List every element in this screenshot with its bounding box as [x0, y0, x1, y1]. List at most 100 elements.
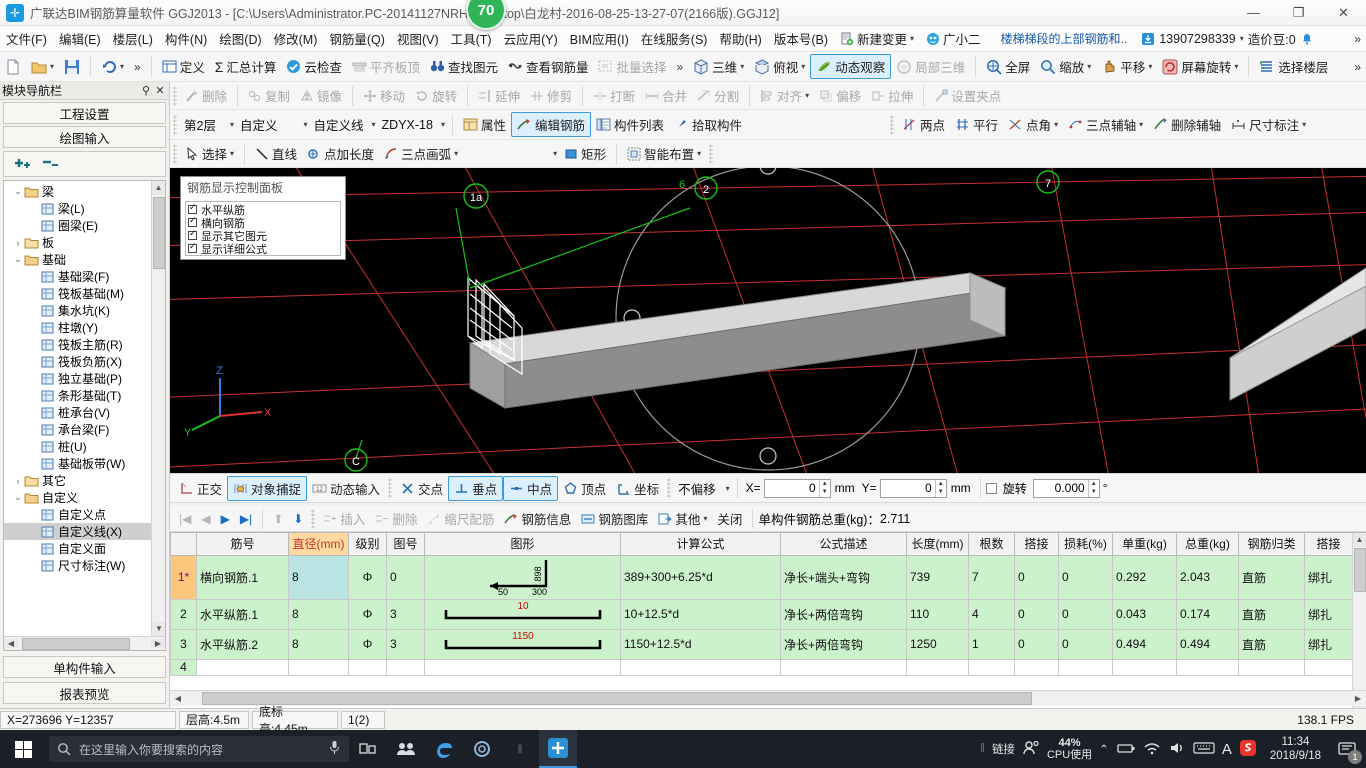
offset-x-input[interactable]: [764, 480, 819, 496]
table-cell-formula[interactable]: 389+300+6.25*d: [620, 554, 781, 600]
table-cell-lap[interactable]: [1014, 658, 1059, 676]
tree-item-column-pier[interactable]: 柱墩(Y): [4, 319, 151, 336]
screen-rotate-button[interactable]: 屏幕旋转 ▾: [1157, 55, 1243, 78]
tree-item-raft-neg-rebar[interactable]: 筏板负筋(X): [4, 353, 151, 370]
table-cell-connect[interactable]: [1304, 658, 1353, 676]
tree-horizontal-scrollbar[interactable]: ◀ ▶: [4, 636, 165, 650]
table-cell-shape[interactable]: [424, 658, 621, 676]
expand-all-icon[interactable]: [12, 156, 32, 173]
table-cell-loss[interactable]: 0: [1058, 554, 1113, 600]
table-cell-shape_no[interactable]: 3: [386, 598, 425, 630]
sogou-icon[interactable]: [1239, 739, 1257, 760]
checkbox-icon[interactable]: [188, 241, 197, 253]
rotate-input[interactable]: [1033, 480, 1088, 496]
table-header-total_weight[interactable]: 总重(kg): [1176, 533, 1239, 556]
table-cell-formula[interactable]: 1150+12.5*d: [620, 628, 781, 660]
extend-button[interactable]: 延伸: [473, 84, 525, 107]
view-top-chevron-down-icon[interactable]: ▾: [801, 62, 805, 71]
table-cell-desc[interactable]: 净长+端头+弯钩: [780, 554, 907, 600]
batch-select-button[interactable]: 批量选择: [593, 55, 671, 78]
table-header-unit_weight[interactable]: 单重(kg): [1112, 533, 1177, 556]
split-button[interactable]: 分割: [692, 84, 744, 107]
tree-item-folder[interactable]: ⌄ 梁: [4, 183, 151, 200]
rebar-table-container[interactable]: 筋号 直径(mm) 级别 图号 图形 计算公式 公式描述 长度(mm) 根数 搭接 损耗(%) 单重(…: [170, 532, 1366, 708]
table-cell-rownum[interactable]: 2: [170, 598, 197, 630]
bell-icon[interactable]: [1300, 32, 1314, 46]
table-cell-length[interactable]: [906, 658, 969, 676]
undo-button[interactable]: ▾: [96, 57, 129, 77]
table-cell-diameter[interactable]: 8: [288, 598, 349, 630]
offset-x-field[interactable]: ▲▼: [763, 478, 831, 498]
cloud-check-button[interactable]: 云检查: [281, 55, 347, 78]
scaled-rebar-button[interactable]: 缩尺配筋: [422, 507, 499, 530]
table-cell-rownum[interactable]: 1*: [170, 554, 197, 600]
checkbox-icon[interactable]: [188, 202, 197, 214]
promo-link[interactable]: 楼梯梯段的上部钢筋和..: [987, 30, 1142, 47]
tree-scroll-thumb[interactable]: [153, 197, 165, 269]
table-cell-shape_no[interactable]: [386, 658, 425, 676]
category-selector[interactable]: 自定义 ▾: [236, 115, 310, 135]
table-cell-loss[interactable]: 0: [1058, 598, 1113, 630]
account-area[interactable]: 13907298339 ▾ 造价豆:0: [1141, 29, 1313, 48]
tree-hscroll-right-icon[interactable]: ▶: [151, 639, 165, 648]
find-element-button[interactable]: 查找图元: [425, 55, 503, 78]
table-cell-connect[interactable]: 绑扎: [1304, 628, 1353, 660]
new-change-button[interactable]: 新建变更 ▾: [834, 27, 920, 50]
table-cell-category[interactable]: [1238, 658, 1305, 676]
insert-row-button[interactable]: 插入: [318, 507, 370, 530]
open-chevron-down-icon[interactable]: ▾: [50, 62, 54, 71]
tree-hscroll-thumb[interactable]: [22, 637, 130, 650]
tree-item-beam[interactable]: 梁(L): [4, 200, 151, 217]
pan-chevron-down-icon[interactable]: ▾: [1148, 62, 1152, 71]
rebar-display-control-panel[interactable]: 钢筋显示控制面板 水平纵筋 横向钢筋 显示其它图元 显示详细公式: [180, 176, 346, 260]
parallel-axis-button[interactable]: 平行: [950, 113, 1003, 136]
point-angle-axis-button[interactable]: 点角 ▾: [1003, 113, 1063, 136]
menu-floor[interactable]: 楼层(L): [107, 26, 159, 51]
table-vertical-scrollbar[interactable]: ▲ ▼: [1352, 533, 1366, 708]
close-rebar-editor-button[interactable]: 关闭: [712, 507, 747, 530]
pan-button[interactable]: 平移 ▾: [1096, 55, 1157, 78]
trim-button[interactable]: 修剪: [525, 84, 577, 107]
table-cell-length[interactable]: 739: [906, 554, 969, 600]
minimize-button[interactable]: —: [1231, 0, 1276, 26]
merge-button[interactable]: 合并: [640, 84, 692, 107]
microphone-icon[interactable]: [328, 740, 341, 758]
component-name-selector[interactable]: ZDYX-18 ▾: [378, 115, 447, 135]
tree-item-dimension[interactable]: 尺寸标注(W): [4, 557, 151, 574]
move-up-button[interactable]: ⬆: [268, 512, 288, 526]
point-angle-chevron-down-icon[interactable]: ▾: [1054, 120, 1058, 129]
taskbar-search-box[interactable]: 在这里输入你要搜索的内容: [49, 736, 349, 762]
rotate-checkbox[interactable]: [985, 482, 997, 494]
battery-icon[interactable]: [1116, 741, 1136, 758]
project-settings-button[interactable]: 工程设置: [3, 102, 166, 124]
smart-layout-button[interactable]: 智能布置 ▾: [622, 142, 706, 165]
table-cell-total_weight[interactable]: 0.494: [1176, 628, 1239, 660]
stretch-button[interactable]: 拉伸: [866, 84, 918, 107]
snap-intersection-button[interactable]: 交点: [395, 477, 448, 500]
table-row[interactable]: 2 水平纵筋.1 8 Φ 3 10 10+12.5*d 净长+两倍弯钩 110 4 0 0 0.043 0…: [170, 598, 1353, 630]
table-cell-shape_no[interactable]: 0: [386, 554, 425, 600]
tree-scroll-down-icon[interactable]: ▼: [152, 622, 165, 636]
rotate-field[interactable]: ▲▼: [1032, 478, 1100, 498]
table-cell-name[interactable]: 横向钢筋.1: [196, 554, 289, 600]
table-cell-formula[interactable]: 10+12.5*d: [620, 598, 781, 630]
menu-overflow-icon[interactable]: »: [1349, 32, 1366, 46]
move-button[interactable]: 移动: [358, 84, 410, 107]
three-point-arc-button[interactable]: 三点画弧 ▾: [379, 142, 463, 165]
menu-edit[interactable]: 编辑(E): [53, 26, 107, 51]
table-hscroll-right-icon[interactable]: ▶: [1350, 694, 1366, 703]
table-cell-name[interactable]: 水平纵筋.1: [196, 598, 289, 630]
notifications-button[interactable]: 1: [1334, 736, 1362, 764]
table-cell-length[interactable]: 110: [906, 598, 969, 630]
offset-y-input[interactable]: [880, 480, 935, 496]
close-button[interactable]: ✕: [1321, 0, 1366, 26]
assistant-button[interactable]: 广小二: [920, 27, 987, 50]
object-snap-button[interactable]: 对象捕捉: [227, 475, 308, 501]
table-cell-count[interactable]: 4: [968, 598, 1015, 630]
table-header-shape[interactable]: 图形: [424, 533, 621, 556]
tree-item-custom-point[interactable]: 自定义点: [4, 506, 151, 523]
table-cell-category[interactable]: 直筋: [1238, 598, 1305, 630]
undo-chevron-down-icon[interactable]: ▾: [120, 62, 124, 71]
tree-expander-icon[interactable]: ⌄: [12, 186, 24, 197]
summary-calc-button[interactable]: Σ 汇总计算: [210, 55, 282, 78]
